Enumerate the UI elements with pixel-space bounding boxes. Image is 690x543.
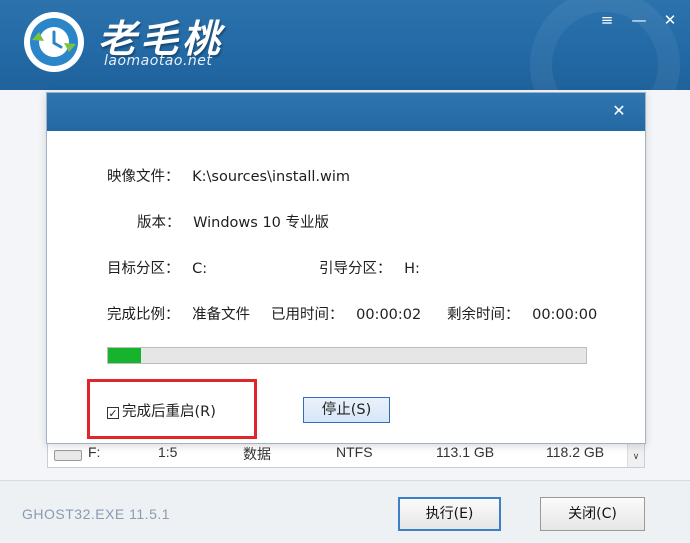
scroll-down-icon[interactable]: ∨ [627,441,644,467]
app-header: 老毛桃 laomaotao.net ≡ — ✕ [0,0,690,90]
reboot-checkbox[interactable]: ✓ 完成后重启(R) [107,400,216,421]
menu-icon[interactable]: ≡ [597,10,617,30]
boot-partition-label: 引导分区： [319,261,392,277]
image-file-value: K:\sources\install.wim [192,169,351,185]
partition-list[interactable]: F: 1:5 数据 NTFS 113.1 GB 118.2 GB ∨ [47,440,645,468]
progress-bar [107,347,587,364]
image-file-row: 映像文件： K:\sources\install.wim [107,165,350,186]
boot-partition-value: H: [404,261,420,277]
logo-icon [24,12,84,72]
stop-button[interactable]: 停止(S) [303,397,390,423]
progress-info-row: 完成比例： 准备文件 [107,303,250,324]
partition-size-used: 113.1 GB [436,444,495,460]
dialog-close-icon[interactable]: ✕ [609,101,629,121]
target-partition-row: 目标分区： C: [107,257,207,278]
boot-partition-row: 引导分区： H: [319,257,420,278]
execute-button[interactable]: 执行(E) [398,497,501,531]
close-icon[interactable]: ✕ [660,10,680,30]
elapsed-label: 已用时间： [271,307,344,323]
elapsed-value: 00:00:02 [356,307,422,323]
version-text: GHOST32.EXE 11.5.1 [22,506,171,522]
partition-type: 数据 [243,446,271,462]
close-app-button[interactable]: 关闭(C) [540,497,645,531]
version-row: 版本： Windows 10 专业版 [137,211,329,232]
remaining-row: 剩余时间： 00:00:00 [447,303,597,324]
ratio-value: 准备文件 [192,307,251,323]
ratio-label: 完成比例： [107,307,180,323]
reboot-checkbox-label: 完成后重启(R) [122,404,216,420]
target-partition-label: 目标分区： [107,261,180,277]
image-file-label: 映像文件： [107,169,180,185]
dialog-titlebar: ✕ [47,93,645,131]
partition-size-total: 118.2 GB [546,444,605,460]
drive-icon [54,450,82,461]
progress-fill [108,348,141,363]
minimize-icon[interactable]: — [629,10,649,30]
version-label: 版本： [137,215,181,231]
remaining-label: 剩余时间： [447,307,520,323]
ghost-progress-dialog: ✕ 映像文件： K:\sources\install.wim 版本： Windo… [46,92,646,444]
partition-drive: F: [88,444,101,460]
partition-fs: NTFS [336,444,373,460]
remaining-value: 00:00:00 [532,307,598,323]
partition-ratio: 1:5 [158,444,178,460]
brand-url: laomaotao.net [104,53,213,69]
version-value: Windows 10 专业版 [193,215,330,231]
checkbox-checked-icon: ✓ [107,407,119,420]
elapsed-row: 已用时间： 00:00:02 [271,303,421,324]
target-partition-value: C: [192,261,208,277]
